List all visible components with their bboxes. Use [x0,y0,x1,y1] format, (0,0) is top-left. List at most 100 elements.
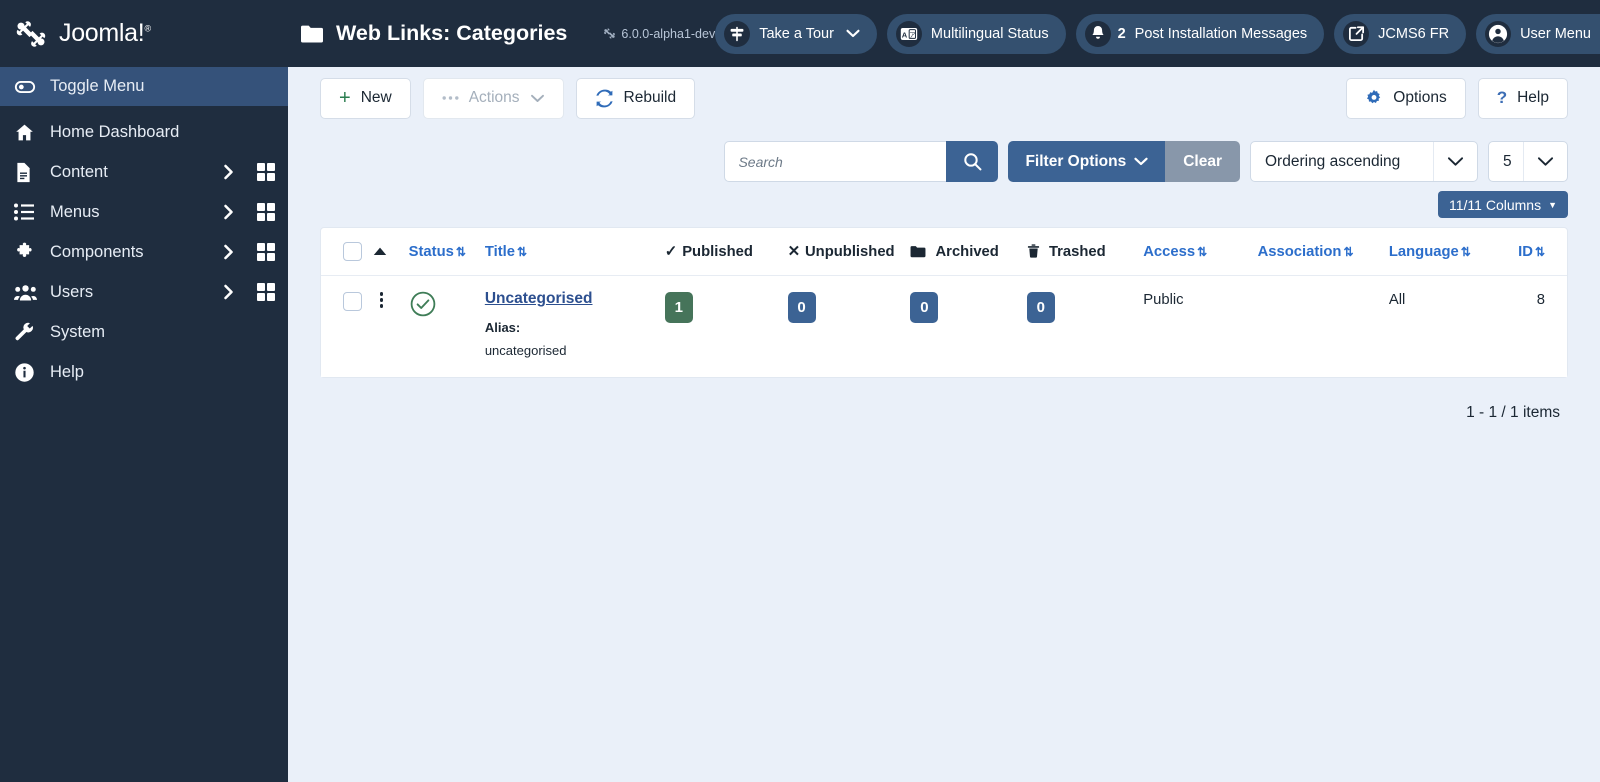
categories-table: Status ⇅ Title ⇅ ✓ Published ✕ Unpublished [321,228,1567,377]
filter-options-button[interactable]: Filter Options [1008,141,1166,182]
chevron-right-icon[interactable] [214,203,244,221]
search-group [724,141,999,182]
results-counter: 1 - 1 / 1 items [1466,403,1560,421]
chevron-down-icon [1433,142,1477,181]
refresh-icon [595,89,614,108]
row-published-cell: 1 [660,275,784,377]
archived-header-label: Archived [935,243,999,260]
category-title-link[interactable]: Uncategorised [485,290,593,308]
chevron-right-icon[interactable] [214,243,244,261]
categories-table-card: Status ⇅ Title ⇅ ✓ Published ✕ Unpublished [320,227,1568,378]
filter-group: Filter Options Clear [1008,141,1240,182]
check-circle-icon[interactable] [409,290,477,318]
post-installation-messages-button[interactable]: 2 Post Installation Messages [1075,13,1325,54]
sidebar-item-components[interactable]: Components [0,232,288,272]
chevron-right-icon[interactable] [214,283,244,301]
sidebar: Joomla!® Toggle Menu Home Dashboard Cont… [0,0,288,782]
take-a-tour-button[interactable]: Take a Tour [715,13,877,54]
status-header[interactable]: Status ⇅ [404,228,481,276]
published-header: ✓ Published [660,228,784,276]
row-id-cell: 8 [1501,275,1567,377]
search-input[interactable] [724,141,947,182]
trashed-header-label: Trashed [1048,243,1106,260]
multilingual-status-button[interactable]: A ア Multilingual Status [886,13,1066,54]
brand-logo-block[interactable]: Joomla!® [0,0,288,67]
unpublished-count-badge[interactable]: 0 [787,292,816,323]
components-dashboard-grid-button[interactable] [244,243,288,261]
ordering-header[interactable] [368,228,405,276]
trashed-count-badge[interactable]: 0 [1026,292,1055,323]
title-header-label: Title [484,243,515,260]
sidebar-item-users[interactable]: Users [0,272,288,312]
id-header[interactable]: ID ⇅ [1501,228,1567,276]
title-header[interactable]: Title ⇅ [480,228,661,276]
options-button[interactable]: Options [1346,77,1466,119]
brand-name: Joomla!® [59,19,151,47]
user-menu-label: User Menu [1520,25,1591,42]
sidebar-item-label: Menus [50,202,100,221]
caret-down-icon: ▼ [1548,199,1557,210]
sidebar-item-help[interactable]: Help [0,352,288,392]
list-limit-value: 5 [1503,152,1512,170]
language-header[interactable]: Language ⇅ [1384,228,1502,276]
ellipsis-icon [442,95,459,101]
ordering-select[interactable]: Ordering ascending [1250,141,1478,182]
grid-icon [257,283,275,301]
rebuild-button[interactable]: Rebuild [575,77,696,119]
vertical-dots-icon[interactable] [373,292,391,308]
sort-icon: ⇅ [516,244,528,259]
svg-text:A: A [902,30,908,39]
row-association-cell [1253,275,1385,377]
association-header[interactable]: Association ⇅ [1253,228,1385,276]
site-preview-button[interactable]: JCMS6 FR [1334,13,1467,54]
row-checkbox[interactable] [343,292,362,311]
archive-icon [910,244,930,260]
sidebar-item-home-dashboard[interactable]: Home Dashboard [0,112,288,152]
menus-dashboard-grid-button[interactable] [244,203,288,221]
row-unpublished-cell: 0 [783,275,907,377]
joomla-mark-icon [603,27,616,40]
search-button[interactable] [946,141,999,182]
access-header[interactable]: Access ⇅ [1139,228,1254,276]
columns-label: 11/11 Columns [1448,196,1542,213]
user-menu-button[interactable]: User Menu [1476,13,1600,54]
admin-app: Joomla!® Toggle Menu Home Dashboard Cont… [0,0,1600,782]
sidebar-item-toggle-menu[interactable]: Toggle Menu [0,67,288,106]
sidebar-item-system[interactable]: System [0,312,288,352]
row-title-cell: Uncategorised Alias: uncategorised [480,275,661,377]
row-trashed-cell: 0 [1022,275,1140,377]
access-header-label: Access [1143,243,1196,260]
check-icon: ✓ [664,244,678,260]
sort-icon: ⇅ [1197,244,1208,259]
chevron-down-icon [1134,157,1148,166]
published-count-badge[interactable]: 1 [664,292,693,323]
plus-icon: + [339,87,351,109]
row-select-cell [321,275,369,377]
select-all-checkbox[interactable] [343,242,362,261]
external-link-icon [1343,20,1370,47]
alias-value: uncategorised [484,342,567,358]
document-icon [14,162,44,183]
archived-count-badge[interactable]: 0 [910,292,939,323]
trash-icon [1027,243,1044,260]
chevron-right-icon[interactable] [214,163,244,181]
sidebar-item-label: Help [50,362,84,381]
columns-row: 11/11 Columns ▼ [320,182,1568,218]
list-limit-select[interactable]: 5 [1488,141,1568,182]
row-access-cell: Public [1139,275,1254,377]
published-header-label: Published [682,244,753,260]
content-dashboard-grid-button[interactable] [244,163,288,181]
columns-toggle-button[interactable]: 11/11 Columns ▼ [1437,191,1568,218]
actions-button[interactable]: Actions [422,77,564,119]
clear-filters-button[interactable]: Clear [1165,141,1240,182]
sidebar-item-content[interactable]: Content [0,152,288,192]
sidebar-item-menus[interactable]: Menus [0,192,288,232]
grid-icon [257,203,275,221]
users-dashboard-grid-button[interactable] [244,283,288,301]
new-button[interactable]: + New [320,77,411,119]
row-actions-cell [368,275,405,377]
row-status-cell [404,275,481,377]
chevron-down-icon [530,94,545,103]
rebuild-label: Rebuild [623,89,677,106]
help-button[interactable]: ? Help [1477,77,1568,119]
